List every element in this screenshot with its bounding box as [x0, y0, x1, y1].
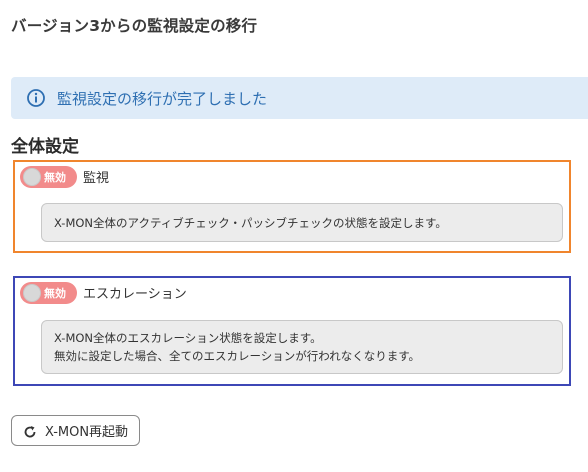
setting-label: エスカレーション [83, 287, 187, 302]
toggle-state-label: 無効 [44, 171, 66, 184]
info-icon [26, 88, 46, 108]
setting-card-monitoring: 無効 監視 X-MON全体のアクティブチェック・パッシブチェックの状態を設定しま… [13, 160, 571, 253]
toggle-state-label: 無効 [44, 287, 66, 300]
toggle-knob [23, 168, 41, 186]
setting-label: 監視 [83, 171, 110, 186]
monitoring-toggle[interactable]: 無効 [20, 166, 77, 188]
setting-card-escalation: 無効 エスカレーション X-MON全体のエスカレーション状態を設定します。 無効… [13, 276, 571, 386]
escalation-toggle[interactable]: 無効 [20, 282, 77, 304]
description-line: X-MON全体のアクティブチェック・パッシブチェックの状態を設定します。 [54, 215, 447, 230]
restart-button-label: X-MON再起動 [44, 425, 129, 440]
section-title: 全体設定 [11, 137, 79, 157]
setting-description: X-MON全体のエスカレーション状態を設定します。 無効に設定した場合、全てのエ… [41, 320, 563, 374]
restart-icon [23, 424, 37, 438]
description-line: X-MON全体のエスカレーション状態を設定します。 [54, 331, 322, 345]
alert-message: 監視設定の移行が完了しました [57, 89, 268, 108]
page-title: バージョン3からの監視設定の移行 [11, 17, 258, 35]
restart-button[interactable]: X-MON再起動 [11, 415, 140, 446]
success-alert: 監視設定の移行が完了しました [11, 77, 588, 119]
description-line: 無効に設定した場合、全てのエスカレーションが行われなくなります。 [54, 349, 421, 363]
toggle-knob [23, 284, 41, 302]
setting-description: X-MON全体のアクティブチェック・パッシブチェックの状態を設定します。 [41, 203, 563, 242]
